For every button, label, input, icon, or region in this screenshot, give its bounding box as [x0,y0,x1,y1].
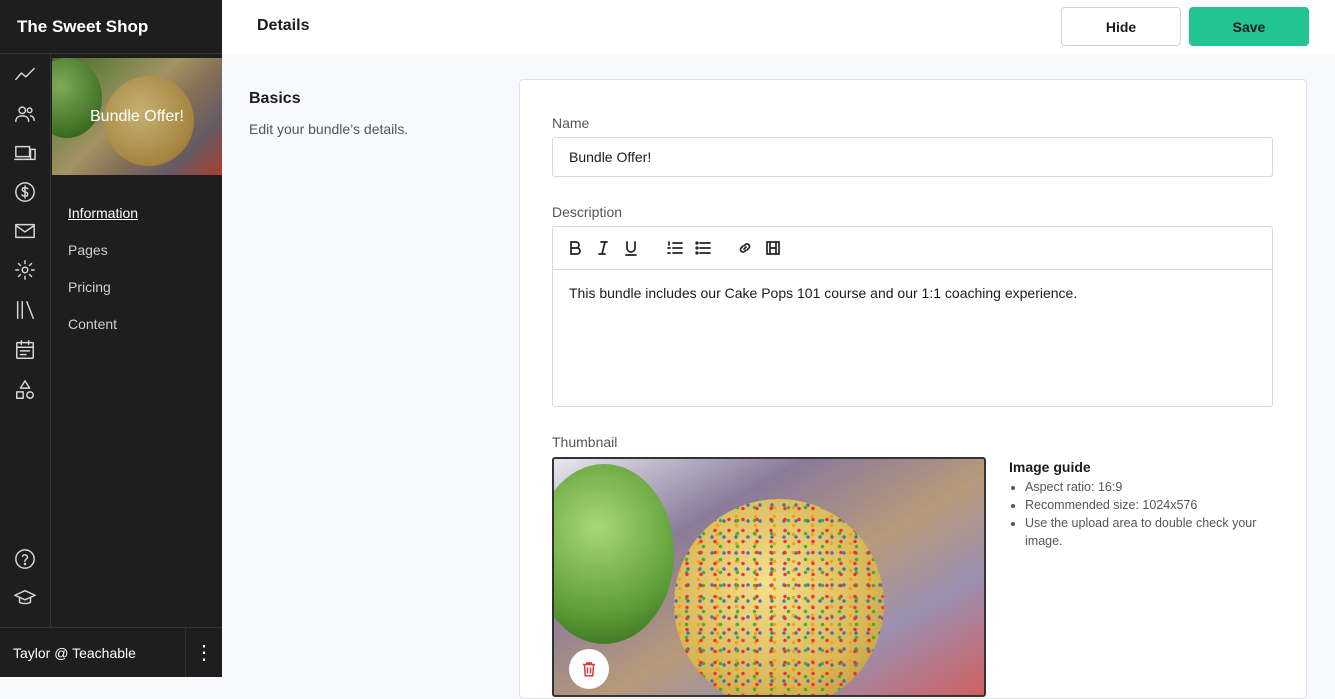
trash-icon[interactable] [569,649,609,689]
calendar-icon[interactable] [13,338,37,362]
editor-toolbar [553,227,1272,270]
analytics-icon[interactable] [13,62,37,86]
devices-icon[interactable] [13,141,37,165]
library-icon[interactable] [13,298,37,322]
subnav-content[interactable]: Content [68,316,138,353]
product-title: Bundle Offer! [90,108,184,125]
user-name[interactable]: Taylor @ Teachable [0,628,186,677]
product-banner: Bundle Offer! [52,58,222,175]
subnav-pages[interactable]: Pages [68,242,138,279]
help-icon[interactable] [13,547,37,571]
dollar-icon[interactable] [13,180,37,204]
video-icon[interactable] [763,238,783,258]
graduation-cap-icon[interactable] [13,586,37,610]
image-guide-item: Aspect ratio: 16:9 [1025,478,1289,496]
icon-rail [0,54,51,627]
section-heading: Basics [249,90,301,107]
link-icon[interactable] [735,238,755,258]
product-subnav: Information Pages Pricing Content [68,205,138,353]
thumbnail-label: Thumbnail [552,434,618,450]
more-options-icon[interactable]: ⋮ [186,640,222,665]
description-label: Description [552,204,623,220]
subnav-pricing[interactable]: Pricing [68,279,138,316]
italic-icon[interactable] [593,238,613,258]
name-label: Name [552,115,590,131]
settings-icon[interactable] [13,258,37,282]
page-title: Details [257,17,310,34]
section-description: Edit your bundle’s details. [249,121,409,137]
school-name[interactable]: The Sweet Shop [0,0,222,54]
user-bar: Taylor @ Teachable ⋮ [0,627,222,677]
image-guide-heading: Image guide [1009,459,1091,475]
sidebar: The Sweet Shop Bundle Offer! Information… [0,0,222,677]
ordered-list-icon[interactable] [665,238,685,258]
description-text[interactable]: This bundle includes our Cake Pops 101 c… [553,270,1272,316]
subnav-information[interactable]: Information [68,205,138,242]
thumbnail-image[interactable] [552,457,986,697]
image-guide: Image guide Aspect ratio: 16:9 Recommend… [1009,459,1289,550]
bold-icon[interactable] [565,238,585,258]
shapes-icon[interactable] [13,378,37,402]
image-guide-item: Recommended size: 1024x576 [1025,496,1289,514]
bullet-list-icon[interactable] [693,238,713,258]
name-input[interactable]: Bundle Offer! [552,137,1273,177]
hide-button[interactable]: Hide [1061,7,1181,46]
users-icon[interactable] [13,102,37,126]
mail-icon[interactable] [13,219,37,243]
save-button[interactable]: Save [1189,7,1309,46]
top-bar: Details Hide Save [222,0,1335,54]
image-guide-item: Use the upload area to double check your… [1025,514,1289,550]
description-editor: This bundle includes our Cake Pops 101 c… [552,226,1273,407]
details-card: Name Bundle Offer! Description This bund… [519,79,1307,699]
underline-icon[interactable] [621,238,641,258]
